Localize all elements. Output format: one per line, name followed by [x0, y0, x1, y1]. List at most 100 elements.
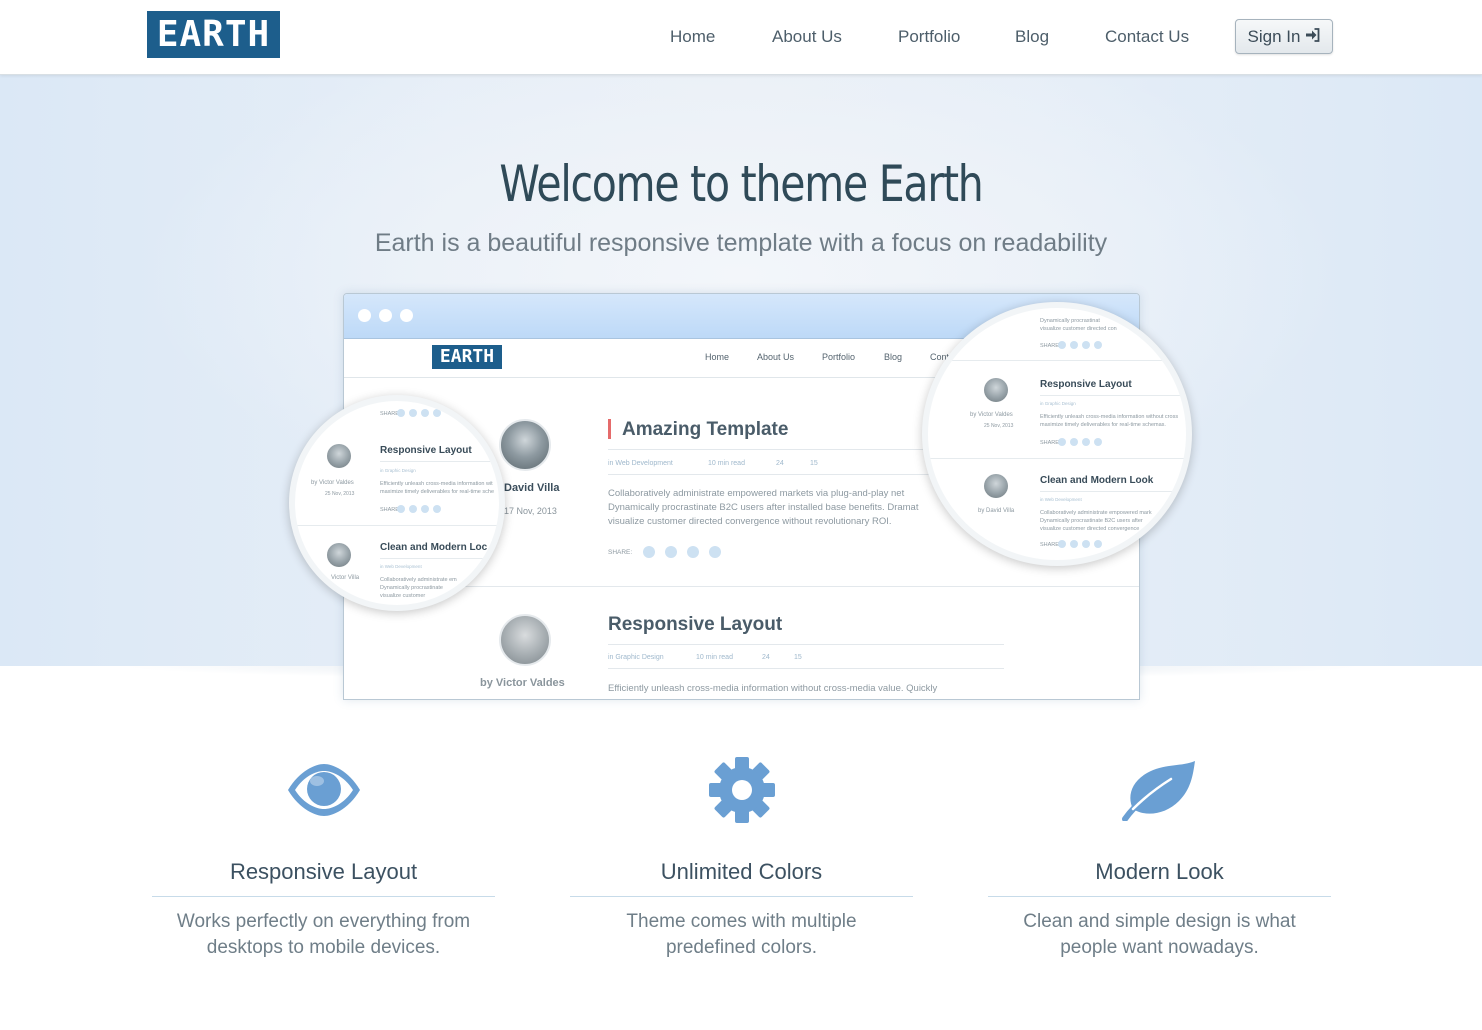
mag-text: visualize customer directed convergence: [1040, 526, 1140, 532]
share-icon: [1070, 540, 1078, 548]
share-icon: [397, 409, 405, 417]
mag-share-label: SHARE: [1040, 440, 1059, 446]
post-author: by Victor Valdes: [480, 677, 565, 689]
divider: [1040, 491, 1186, 492]
mag-author: by David Villa: [978, 508, 1015, 514]
mag-post-title: Responsive Layout: [380, 445, 472, 456]
author-avatar: [499, 419, 551, 471]
share-icon: [1070, 341, 1078, 349]
share-icon: [433, 505, 441, 513]
nav-about-link[interactable]: About Us: [772, 27, 842, 47]
mag-post-title: Responsive Layout: [1040, 379, 1132, 390]
mag-text: Dynamically procrastinat: [1040, 318, 1100, 324]
earth-logo[interactable]: EARTH: [147, 11, 280, 58]
mag-share-label: SHARE: [1040, 542, 1059, 548]
window-dot: [400, 309, 413, 322]
post-comments: 24: [762, 654, 770, 661]
post-read-time: 10 min read: [708, 460, 745, 467]
mag-avatar: [327, 444, 351, 468]
mag-date: 25 Nov, 2013: [984, 423, 1014, 429]
sign-in-button[interactable]: Sign In: [1235, 19, 1333, 54]
mag-text: Collaboratively administrate em: [380, 577, 457, 583]
preview-nav-link: Blog: [884, 352, 903, 362]
divider: [570, 896, 913, 897]
share-label: SHARE:: [608, 549, 633, 556]
share-icon: [1082, 341, 1090, 349]
post-read-time: 10 min read: [696, 654, 733, 661]
feature-colors: Unlimited Colors Theme comes with multip…: [569, 752, 914, 961]
post-comments: 24: [776, 460, 784, 467]
divider: [928, 360, 1186, 361]
mag-avatar: [984, 474, 1008, 498]
mag-text: visualize customer directed con: [1040, 326, 1117, 332]
author-avatar: [499, 614, 551, 666]
feature-description: Works perfectly on everything from deskt…: [176, 911, 471, 958]
mag-author: by Victor Valdes: [970, 412, 1013, 418]
feature-title: Unlimited Colors: [660, 859, 823, 884]
mag-meta: in Web Development: [380, 564, 422, 569]
sign-in-label: Sign In: [1247, 26, 1301, 46]
share-icon: [409, 505, 417, 513]
mag-meta: in Graphic Design: [380, 468, 416, 473]
mag-author: by Victor Valdes: [311, 480, 354, 486]
post-category: in Web Development: [608, 460, 673, 467]
feature-responsive: Responsive Layout Works perfectly on eve…: [151, 752, 496, 961]
divider: [1040, 395, 1186, 396]
nav-home-link[interactable]: Home: [670, 27, 715, 47]
window-dot: [358, 309, 371, 322]
email-icon: [709, 546, 721, 558]
share-icon: [409, 409, 417, 417]
feature-title: Responsive Layout: [229, 859, 418, 884]
share-icon: [1058, 341, 1066, 349]
facebook-icon: [643, 546, 655, 558]
magnifier-left: SHARE by Victor Valdes 25 Nov, 2013 Resp…: [289, 395, 505, 611]
divider: [608, 644, 1004, 645]
divider: [988, 896, 1331, 897]
share-icon: [1094, 341, 1102, 349]
share-icon: [433, 409, 441, 417]
twitter-icon: [665, 546, 677, 558]
mag-text: Dynamically procrastinate: [380, 585, 443, 591]
mag-text: Efficiently unleash cross-media informat…: [1040, 414, 1179, 420]
magnifier-right: Dynamically procrastinat visualize custo…: [922, 302, 1192, 566]
window-dot: [379, 309, 392, 322]
title-accent-bar: [608, 419, 611, 439]
mag-post-title: Clean and Modern Loc: [380, 542, 488, 553]
nav-contact-link[interactable]: Contact Us: [1105, 27, 1189, 47]
mag-text: maximize timely deliverables for real-ti…: [1040, 422, 1166, 428]
mag-meta: in Web Development: [1040, 497, 1082, 502]
feature-modern: Modern Look Clean and simple design is w…: [987, 752, 1332, 961]
mag-text: visualize customer: [380, 593, 426, 599]
share-icon: [1094, 540, 1102, 548]
top-navbar: EARTH Home About Us Portfolio Blog Conta…: [0, 0, 1482, 75]
mag-text: Collaboratively administrate empowered m…: [1040, 510, 1152, 516]
mag-post-title: Clean and Modern Look: [1040, 475, 1154, 486]
post-excerpt: Collaboratively administrate empowered m…: [608, 488, 919, 527]
preview-nav-link: Home: [705, 352, 730, 362]
mag-date: 25 Nov, 2013: [325, 491, 355, 497]
nav-blog-link[interactable]: Blog: [1015, 27, 1049, 47]
preview-nav-link: Portfolio: [822, 352, 856, 362]
share-icon: [1058, 438, 1066, 446]
post-title: Responsive Layout: [608, 614, 783, 635]
linkedin-icon: [687, 546, 699, 558]
mag-text: Dynamically procrastinate B2C users afte…: [1040, 518, 1143, 524]
post-likes: 15: [810, 460, 818, 467]
share-icon: [1082, 540, 1090, 548]
share-icon: [421, 409, 429, 417]
hero-subtitle: Earth is a beautiful responsive template…: [374, 229, 1108, 257]
share-icon: [1058, 540, 1066, 548]
share-icon: [1094, 438, 1102, 446]
hero-title: Welcome to theme Earth: [499, 155, 983, 213]
divider: [152, 896, 495, 897]
gear-icon: [569, 752, 914, 828]
divider: [295, 525, 499, 526]
mag-text: maximize timely deliverables for real-ti…: [380, 489, 495, 495]
divider: [380, 558, 499, 559]
eye-icon: [151, 752, 496, 828]
share-icon: [1070, 438, 1078, 446]
mag-share-label: SHARE: [1040, 343, 1059, 349]
sign-in-icon: [1305, 27, 1320, 46]
feature-title: Modern Look: [1095, 859, 1224, 884]
nav-portfolio-link[interactable]: Portfolio: [898, 27, 960, 47]
